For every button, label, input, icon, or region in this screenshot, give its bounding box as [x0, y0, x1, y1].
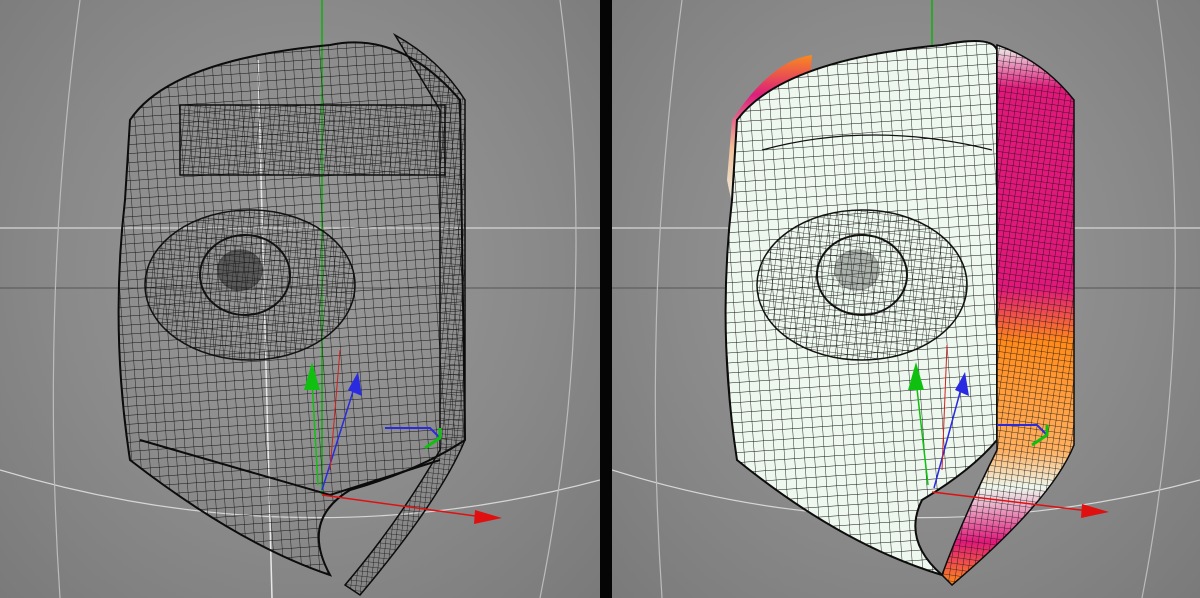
x-axis-arrow-icon[interactable]	[474, 510, 502, 524]
mesh-object[interactable]	[117, 32, 467, 596]
wireframe-scene	[0, 0, 600, 598]
viewport-divider[interactable]	[600, 0, 612, 598]
shaded-scene	[612, 0, 1200, 598]
viewport-left-wireframe[interactable]	[0, 0, 600, 598]
viewport-right-shaded[interactable]	[612, 0, 1200, 598]
x-axis-arrow-icon[interactable]	[1081, 504, 1109, 518]
